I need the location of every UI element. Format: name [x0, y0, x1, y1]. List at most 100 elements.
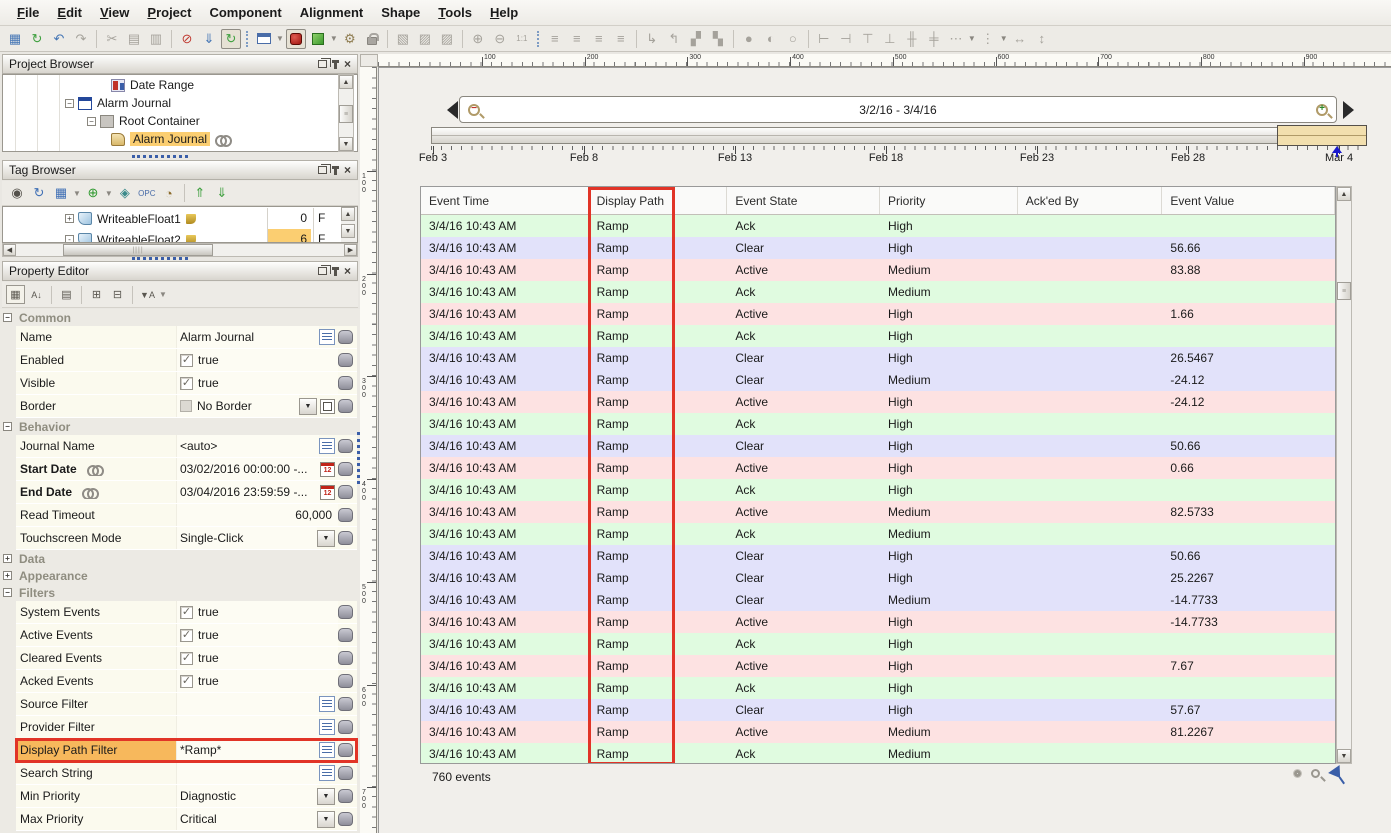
scroll-up-icon[interactable]: ▲ — [341, 207, 355, 221]
tag-row-writeablefloat1[interactable]: +WriteableFloat10F — [3, 208, 357, 229]
table-row[interactable]: 3/4/16 10:43 AMRampClearHigh26.5467 — [421, 347, 1335, 369]
search-icon[interactable]: ◉ — [7, 183, 27, 203]
table-row[interactable]: 3/4/16 10:43 AMRampAckMedium — [421, 523, 1335, 545]
prop-value[interactable]: 03/02/2016 00:00:00 -... — [176, 458, 320, 480]
table-row[interactable]: 3/4/16 10:43 AMRampAckHigh — [421, 215, 1335, 237]
stop-icon[interactable] — [286, 29, 306, 49]
scroll-down-icon[interactable]: ▼ — [1337, 749, 1351, 763]
export-tags-icon[interactable]: ⇓ — [212, 183, 232, 203]
tree-node-alarm-journal[interactable]: −Alarm Journal — [65, 94, 171, 112]
lock-icon[interactable] — [362, 29, 382, 49]
form-view-icon[interactable]: ▤ — [57, 285, 76, 304]
cube-icon[interactable] — [308, 29, 328, 49]
table-row[interactable]: 3/4/16 10:43 AMRampActiveHigh7.67 — [421, 655, 1335, 677]
tree-node-root-container[interactable]: −Root Container — [87, 112, 200, 130]
table-row[interactable]: 3/4/16 10:43 AMRampAckMedium — [421, 743, 1335, 764]
more-v-icon[interactable]: ⋮ — [978, 29, 998, 49]
tree-node-alarm-journal[interactable]: Alarm Journal — [111, 130, 229, 148]
float-panel-icon[interactable] — [318, 60, 327, 68]
grid-view-icon[interactable]: ▦ — [51, 183, 71, 203]
menu-file[interactable]: File — [8, 2, 48, 23]
select-window-icon[interactable]: ▧ — [393, 29, 413, 49]
table-row[interactable]: 3/4/16 10:43 AMRampActiveHigh-24.12 — [421, 391, 1335, 413]
prop-value[interactable]: <auto> — [176, 435, 319, 457]
subtract-icon[interactable]: ○ — [783, 29, 803, 49]
section-common[interactable]: −Common — [0, 309, 360, 326]
edit-icon[interactable] — [319, 438, 335, 454]
checkbox-icon[interactable]: ✓ — [180, 606, 193, 619]
center-v-icon[interactable]: ╪ — [924, 29, 944, 49]
prop-value[interactable]: 03/04/2016 23:59:59 -... — [176, 481, 320, 503]
db-block-icon[interactable]: ⊘ — [177, 29, 197, 49]
table-row[interactable]: 3/4/16 10:43 AMRampAckHigh — [421, 633, 1335, 655]
intersect-icon[interactable]: ◐ — [761, 29, 781, 49]
edit-icon[interactable] — [319, 742, 335, 758]
tag-browser-vscroll[interactable]: ▲ ▼ — [341, 207, 357, 242]
binding-icon[interactable] — [338, 462, 353, 476]
space-right-icon[interactable]: ≡ — [589, 29, 609, 49]
table-row[interactable]: 3/4/16 10:43 AMRampAckHigh — [421, 325, 1335, 347]
dropdown-icon[interactable]: ▼ — [299, 398, 317, 415]
calendar-icon[interactable]: 12 — [320, 462, 335, 477]
section-filters[interactable]: −Filters — [0, 584, 360, 601]
table-row[interactable]: 3/4/16 10:43 AMRampActiveMedium82.5733 — [421, 501, 1335, 523]
table-search-icon[interactable] — [1311, 769, 1320, 778]
section-expander-icon[interactable]: − — [3, 422, 12, 431]
binding-icon[interactable] — [338, 376, 353, 390]
opc-icon[interactable]: OPC — [137, 183, 157, 203]
scroll-up-icon[interactable]: ▲ — [1337, 187, 1351, 201]
table-row[interactable]: 3/4/16 10:43 AMRampAckMedium — [421, 281, 1335, 303]
binding-icon[interactable] — [338, 605, 353, 619]
dropdown-icon[interactable]: ▼ — [317, 811, 335, 828]
prop-value[interactable] — [176, 716, 319, 738]
space-left-icon[interactable]: ≡ — [567, 29, 587, 49]
prop-value[interactable]: ✓true — [176, 349, 338, 371]
expand-all-icon[interactable]: ⊞ — [87, 285, 106, 304]
tree-node-date-range[interactable]: Date Range — [111, 76, 194, 94]
align-left-icon[interactable]: ⊢ — [814, 29, 834, 49]
table-scrollbar[interactable]: ▲ ≡ ▼ — [1336, 186, 1352, 764]
checkbox-icon[interactable]: ✓ — [180, 354, 193, 367]
prop-value[interactable]: Single-Click — [176, 527, 317, 549]
daterange-header[interactable]: − 3/2/16 - 3/4/16 + — [459, 96, 1337, 123]
prop-value[interactable]: No Border — [176, 395, 299, 417]
menu-project[interactable]: Project — [138, 2, 200, 23]
edit-icon[interactable] — [319, 719, 335, 735]
scroll-left-icon[interactable]: ◀ — [3, 244, 16, 256]
redo-icon[interactable]: ↷ — [71, 29, 91, 49]
scroll-right-icon[interactable]: ▶ — [344, 244, 357, 256]
add-tag-icon[interactable]: ⊕ — [83, 183, 103, 203]
close-panel-icon[interactable]: × — [344, 266, 351, 276]
column-header-event-time[interactable]: Event Time — [421, 187, 589, 214]
rotate-cw-icon[interactable]: ↳ — [642, 29, 662, 49]
table-row[interactable]: 3/4/16 10:43 AMRampActiveMedium83.88 — [421, 259, 1335, 281]
align-top-icon[interactable]: ⊤ — [858, 29, 878, 49]
prop-value[interactable]: Alarm Journal — [176, 326, 319, 348]
flip-v-icon[interactable]: ▚ — [708, 29, 728, 49]
cut-icon[interactable]: ✂ — [102, 29, 122, 49]
union-icon[interactable]: ● — [739, 29, 759, 49]
table-row[interactable]: 3/4/16 10:43 AMRampAckHigh — [421, 677, 1335, 699]
edit-icon[interactable] — [319, 329, 335, 345]
scroll-thumb[interactable]: ≡ — [1337, 282, 1351, 300]
column-header-priority[interactable]: Priority — [880, 187, 1018, 214]
sort-az-icon[interactable]: A↓ — [27, 285, 46, 304]
binding-icon[interactable] — [338, 720, 353, 734]
scroll-down-icon[interactable]: ▼ — [339, 137, 353, 151]
zoom-out-icon[interactable]: ⊖ — [490, 29, 510, 49]
column-header-event-value[interactable]: Event Value — [1162, 187, 1335, 214]
zoom-out-range-icon[interactable]: − — [468, 104, 480, 116]
float-panel-icon[interactable] — [318, 267, 327, 275]
size-v-icon[interactable]: ↕ — [1032, 29, 1052, 49]
table-row[interactable]: 3/4/16 10:43 AMRampClearHigh50.66 — [421, 435, 1335, 457]
table-row[interactable]: 3/4/16 10:43 AMRampClearMedium-14.7733 — [421, 589, 1335, 611]
edit-icon[interactable] — [319, 696, 335, 712]
tree-expander-icon[interactable]: + — [65, 214, 74, 223]
dropdown-icon[interactable]: ▼ — [317, 530, 335, 547]
section-data[interactable]: +Data — [0, 550, 360, 567]
pin-panel-icon[interactable] — [334, 267, 337, 276]
menu-component[interactable]: Component — [200, 2, 290, 23]
section-appearance[interactable]: +Appearance — [0, 567, 360, 584]
section-expander-icon[interactable]: − — [3, 588, 12, 597]
column-header-event-state[interactable]: Event State — [727, 187, 880, 214]
